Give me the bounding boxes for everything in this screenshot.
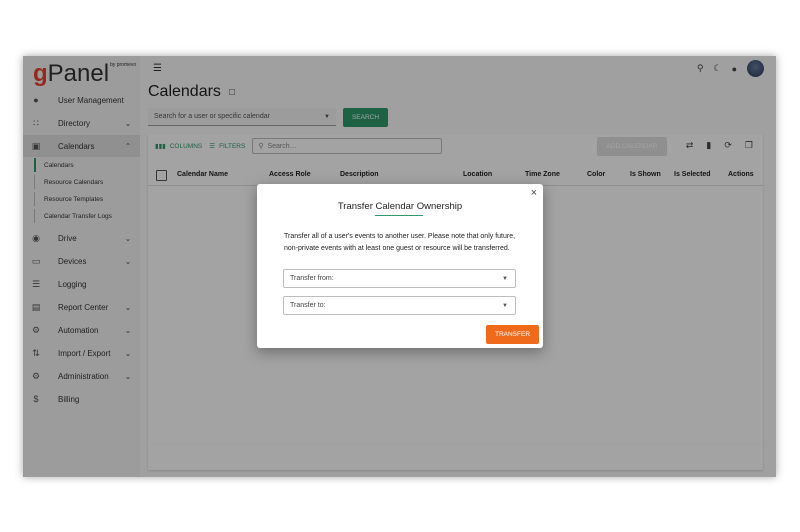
title-underline — [375, 215, 423, 216]
transfer-ownership-dialog: × Transfer Calendar Ownership Transfer a… — [257, 184, 543, 348]
transfer-from-select[interactable]: Transfer from: ▼ — [283, 269, 516, 288]
dropdown-arrow-icon: ▼ — [502, 275, 508, 282]
transfer-to-select[interactable]: Transfer to: ▼ — [283, 296, 516, 315]
transfer-button[interactable]: TRANSFER — [486, 325, 539, 344]
dialog-description: Transfer all of a user's events to anoth… — [284, 233, 516, 252]
transfer-from-label: Transfer from: — [290, 275, 334, 282]
app-window: g Panel by promevo ● User Management ∷ D… — [23, 56, 776, 477]
transfer-to-label: Transfer to: — [290, 302, 326, 309]
close-icon[interactable]: × — [531, 187, 537, 199]
dropdown-arrow-icon: ▼ — [502, 302, 508, 309]
dialog-title: Transfer Calendar Ownership — [337, 201, 463, 212]
